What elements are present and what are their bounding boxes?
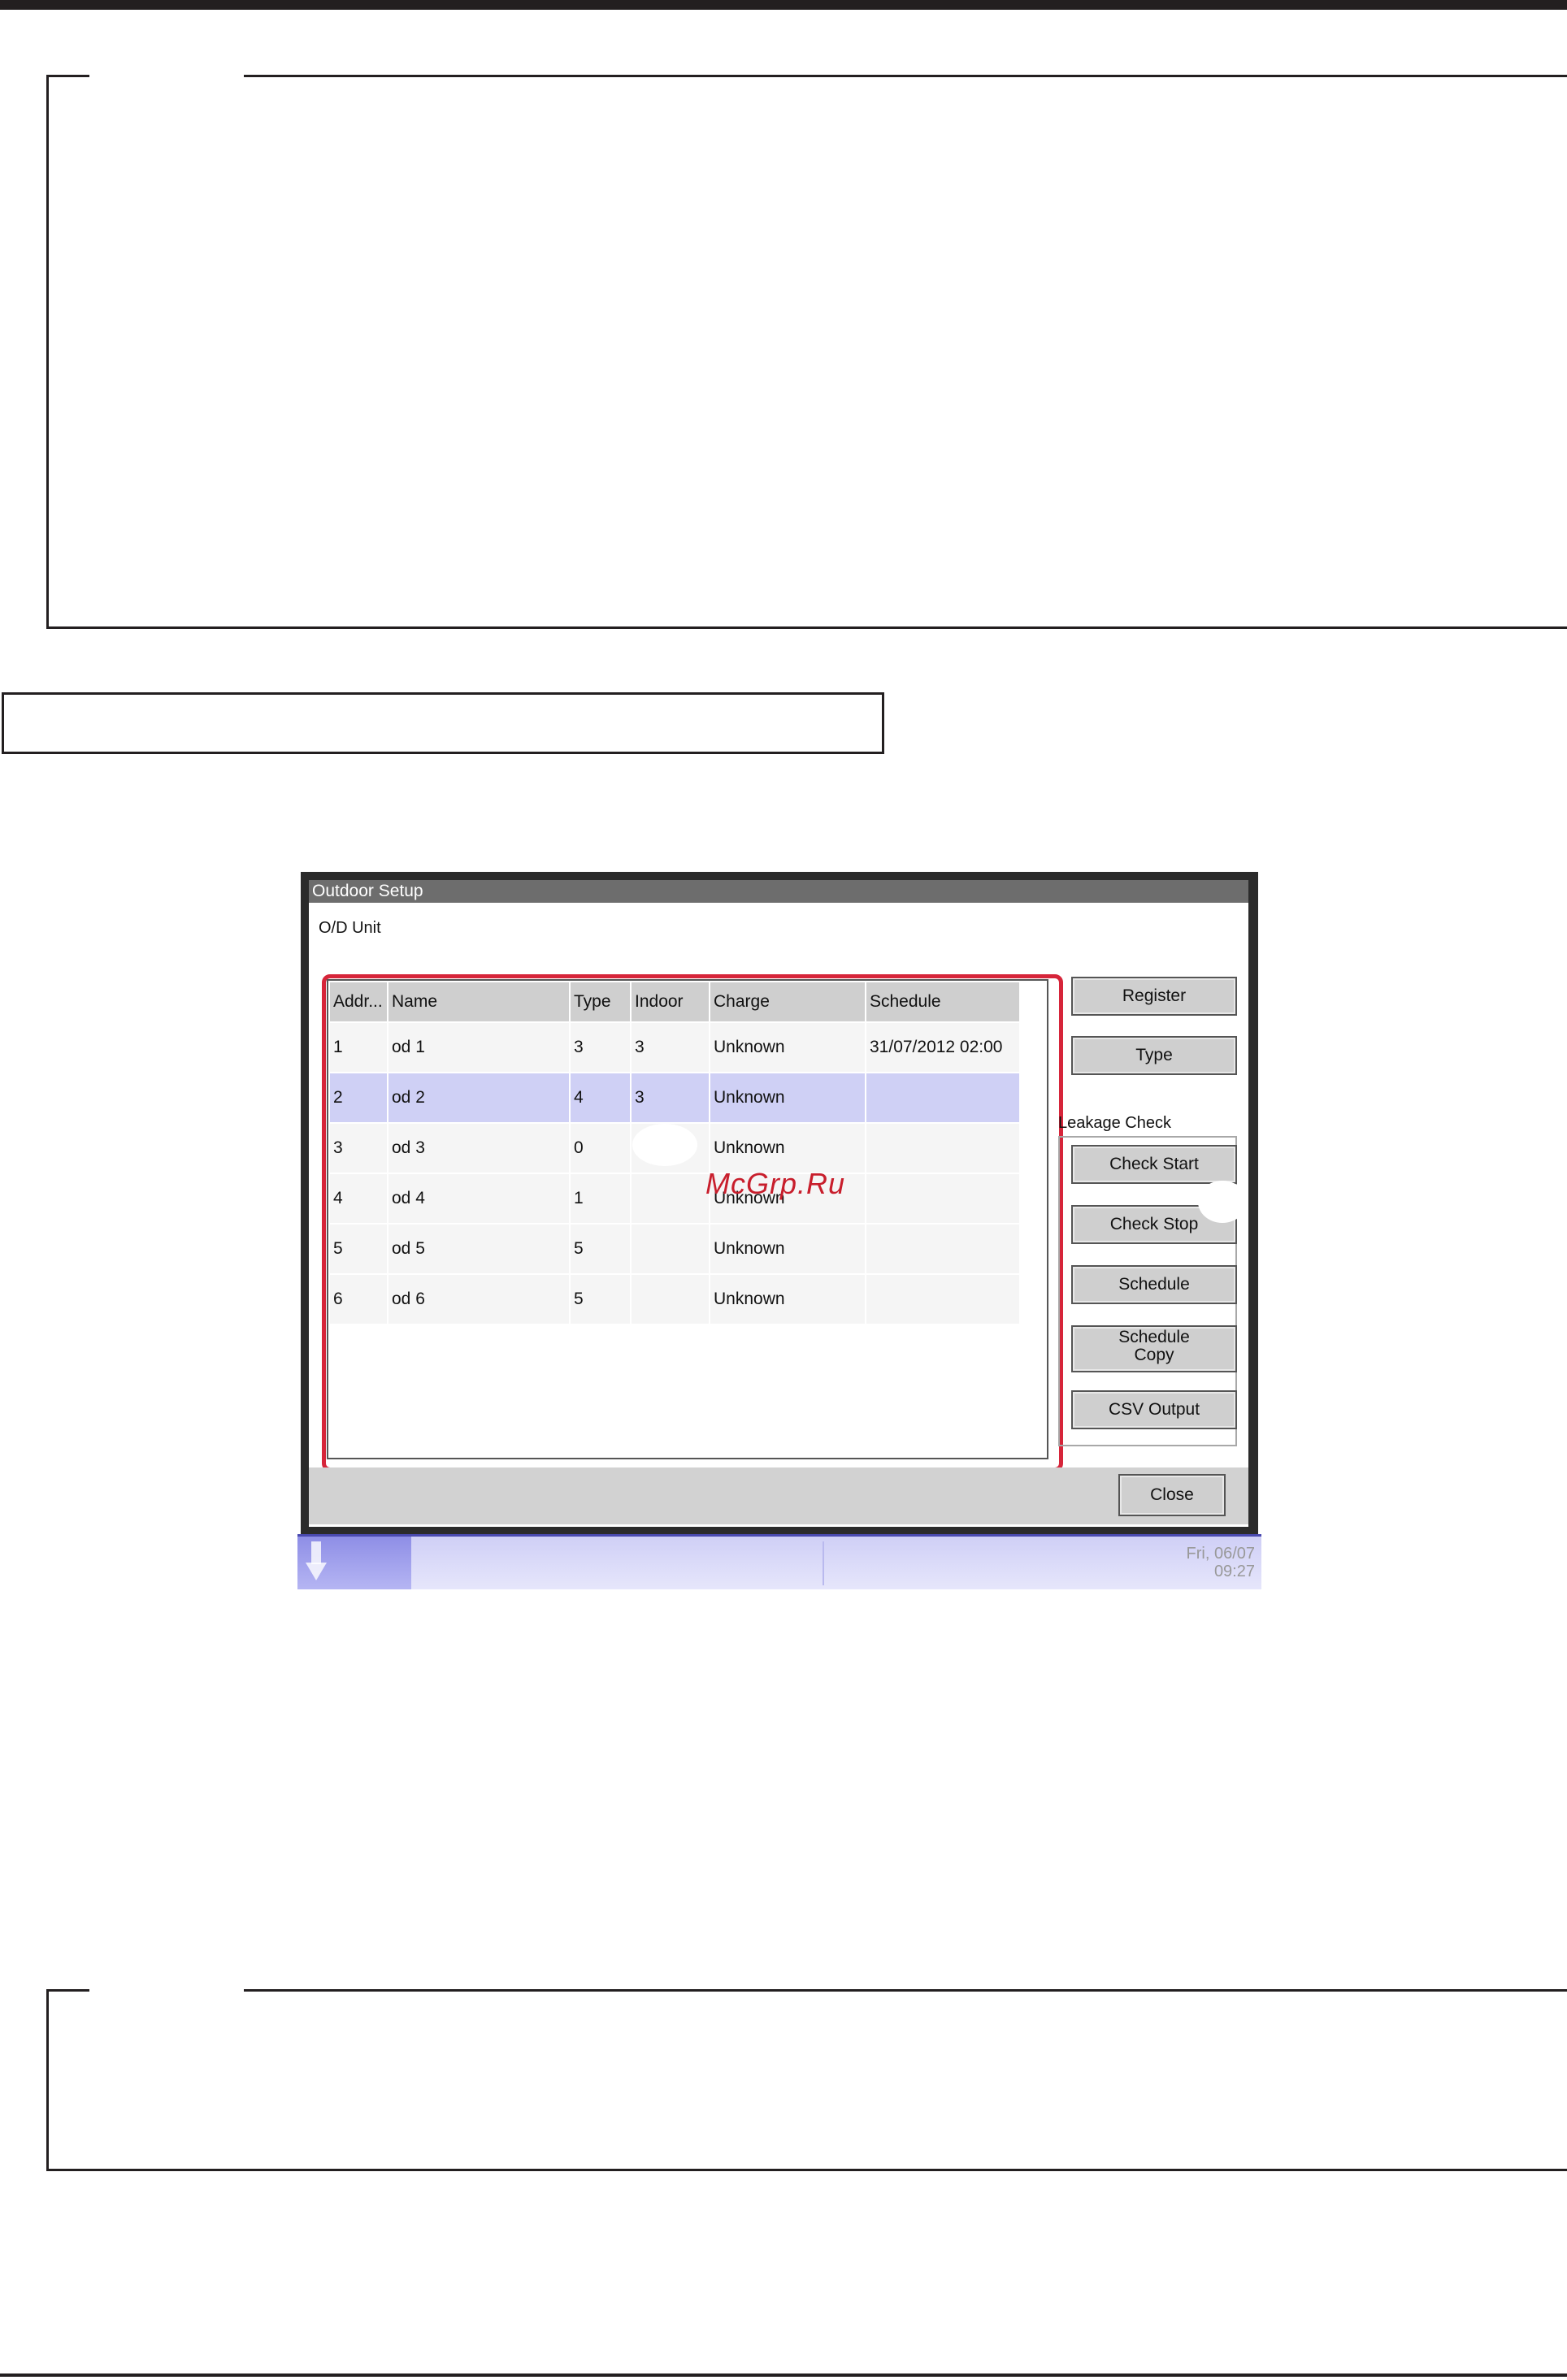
table-cell-name: od 1 (388, 1023, 571, 1072)
table-row[interactable]: 4 od 4 1 Unknown (330, 1174, 1021, 1225)
bottom-rule (0, 2373, 1567, 2377)
table-cell-schedule (866, 1174, 1021, 1223)
touch-pointer-icon (632, 1124, 697, 1166)
status-divider (823, 1541, 824, 1585)
table-cell-addr: 2 (330, 1073, 388, 1122)
table-cell-charge: Unknown (710, 1225, 866, 1273)
column-header-name[interactable]: Name (388, 982, 571, 1021)
table-cell-name: od 2 (388, 1073, 571, 1122)
table-cell-indoor: 3 (632, 1023, 710, 1072)
od-unit-label: O/D Unit (319, 919, 381, 937)
table-cell-type: 4 (571, 1073, 632, 1122)
outdoor-setup-screen: Outdoor Setup O/D Unit Addr... Name Type… (297, 872, 1261, 1589)
schedule-button[interactable]: Schedule (1071, 1265, 1237, 1304)
note-box-bottom (46, 1988, 1567, 2171)
top-rule (0, 0, 1567, 10)
table-cell-charge: Unknown (710, 1023, 866, 1072)
table-cell-name: od 6 (388, 1275, 571, 1324)
od-unit-table[interactable]: Addr... Name Type Indoor Charge Schedule… (327, 979, 1048, 1459)
down-arrow-icon (306, 1541, 327, 1580)
touch-pointer-icon-2 (1198, 1181, 1247, 1223)
window-bottom-bar: Close (309, 1467, 1248, 1524)
table-cell-addr: 4 (330, 1174, 388, 1223)
schedule-copy-line1: Schedule (1118, 1328, 1190, 1346)
column-header-charge[interactable]: Charge (710, 982, 866, 1021)
table-cell-schedule (866, 1073, 1021, 1122)
menu-button[interactable] (297, 1537, 411, 1589)
table-cell-addr: 3 (330, 1124, 388, 1173)
register-button[interactable]: Register (1071, 977, 1237, 1016)
table-cell-indoor: 3 (632, 1073, 710, 1122)
table-cell-schedule: 31/07/2012 02:00 (866, 1023, 1021, 1072)
table-row[interactable]: 2 od 2 4 3 Unknown (330, 1073, 1021, 1124)
table-cell-schedule (866, 1225, 1021, 1273)
table-cell-type: 0 (571, 1124, 632, 1173)
table-cell-type: 3 (571, 1023, 632, 1072)
table-cell-charge: Unknown (710, 1124, 866, 1173)
note-box-top (46, 74, 1567, 629)
note-box-notch (89, 74, 244, 79)
table-cell-indoor (632, 1225, 710, 1273)
table-cell-name: od 3 (388, 1124, 571, 1173)
status-time: 09:27 (1213, 1563, 1255, 1580)
table-row[interactable]: 6 od 6 5 Unknown (330, 1275, 1021, 1325)
column-header-addr[interactable]: Addr... (330, 982, 388, 1021)
close-button[interactable]: Close (1118, 1474, 1226, 1516)
table-cell-type: 1 (571, 1174, 632, 1223)
status-bar: Fri, 06/07 09:27 (297, 1534, 1261, 1589)
table-cell-schedule (866, 1124, 1021, 1173)
table-cell-addr: 1 (330, 1023, 388, 1072)
table-cell-addr: 6 (330, 1275, 388, 1324)
schedule-copy-line2: Copy (1134, 1346, 1174, 1364)
type-button[interactable]: Type (1071, 1036, 1237, 1075)
table-cell-name: od 4 (388, 1174, 571, 1223)
status-clock: Fri, 06/07 09:27 (1187, 1545, 1255, 1580)
table-cell-indoor (632, 1174, 710, 1223)
window-title: Outdoor Setup (309, 880, 1248, 903)
csv-output-button[interactable]: CSV Output (1071, 1390, 1237, 1429)
table-cell-charge: Unknown (710, 1073, 866, 1122)
table-cell-type: 5 (571, 1225, 632, 1273)
column-header-indoor[interactable]: Indoor (632, 982, 710, 1021)
table-header: Addr... Name Type Indoor Charge Schedule (330, 982, 1021, 1021)
check-start-button[interactable]: Check Start (1071, 1145, 1237, 1184)
status-date: Fri, 06/07 (1186, 1545, 1255, 1563)
table-cell-name: od 5 (388, 1225, 571, 1273)
table-row[interactable]: 1 od 1 3 3 Unknown 31/07/2012 02:00 (330, 1023, 1021, 1073)
window-client: O/D Unit Addr... Name Type Indoor Charge… (309, 903, 1248, 1527)
column-header-schedule[interactable]: Schedule (866, 982, 1021, 1021)
leakage-check-label: Leakage Check (1058, 1114, 1171, 1132)
table-row[interactable]: 5 od 5 5 Unknown (330, 1225, 1021, 1275)
table-cell-charge: Unknown (710, 1275, 866, 1324)
table-cell-schedule (866, 1275, 1021, 1324)
column-header-type[interactable]: Type (571, 982, 632, 1021)
section-heading-box (2, 692, 884, 754)
schedule-copy-button[interactable]: Schedule Copy (1071, 1325, 1237, 1372)
watermark-text: McGrp.Ru (705, 1167, 846, 1200)
table-cell-type: 5 (571, 1275, 632, 1324)
table-cell-addr: 5 (330, 1225, 388, 1273)
table-cell-indoor (632, 1275, 710, 1324)
note-box-bottom-notch (89, 1988, 244, 1993)
